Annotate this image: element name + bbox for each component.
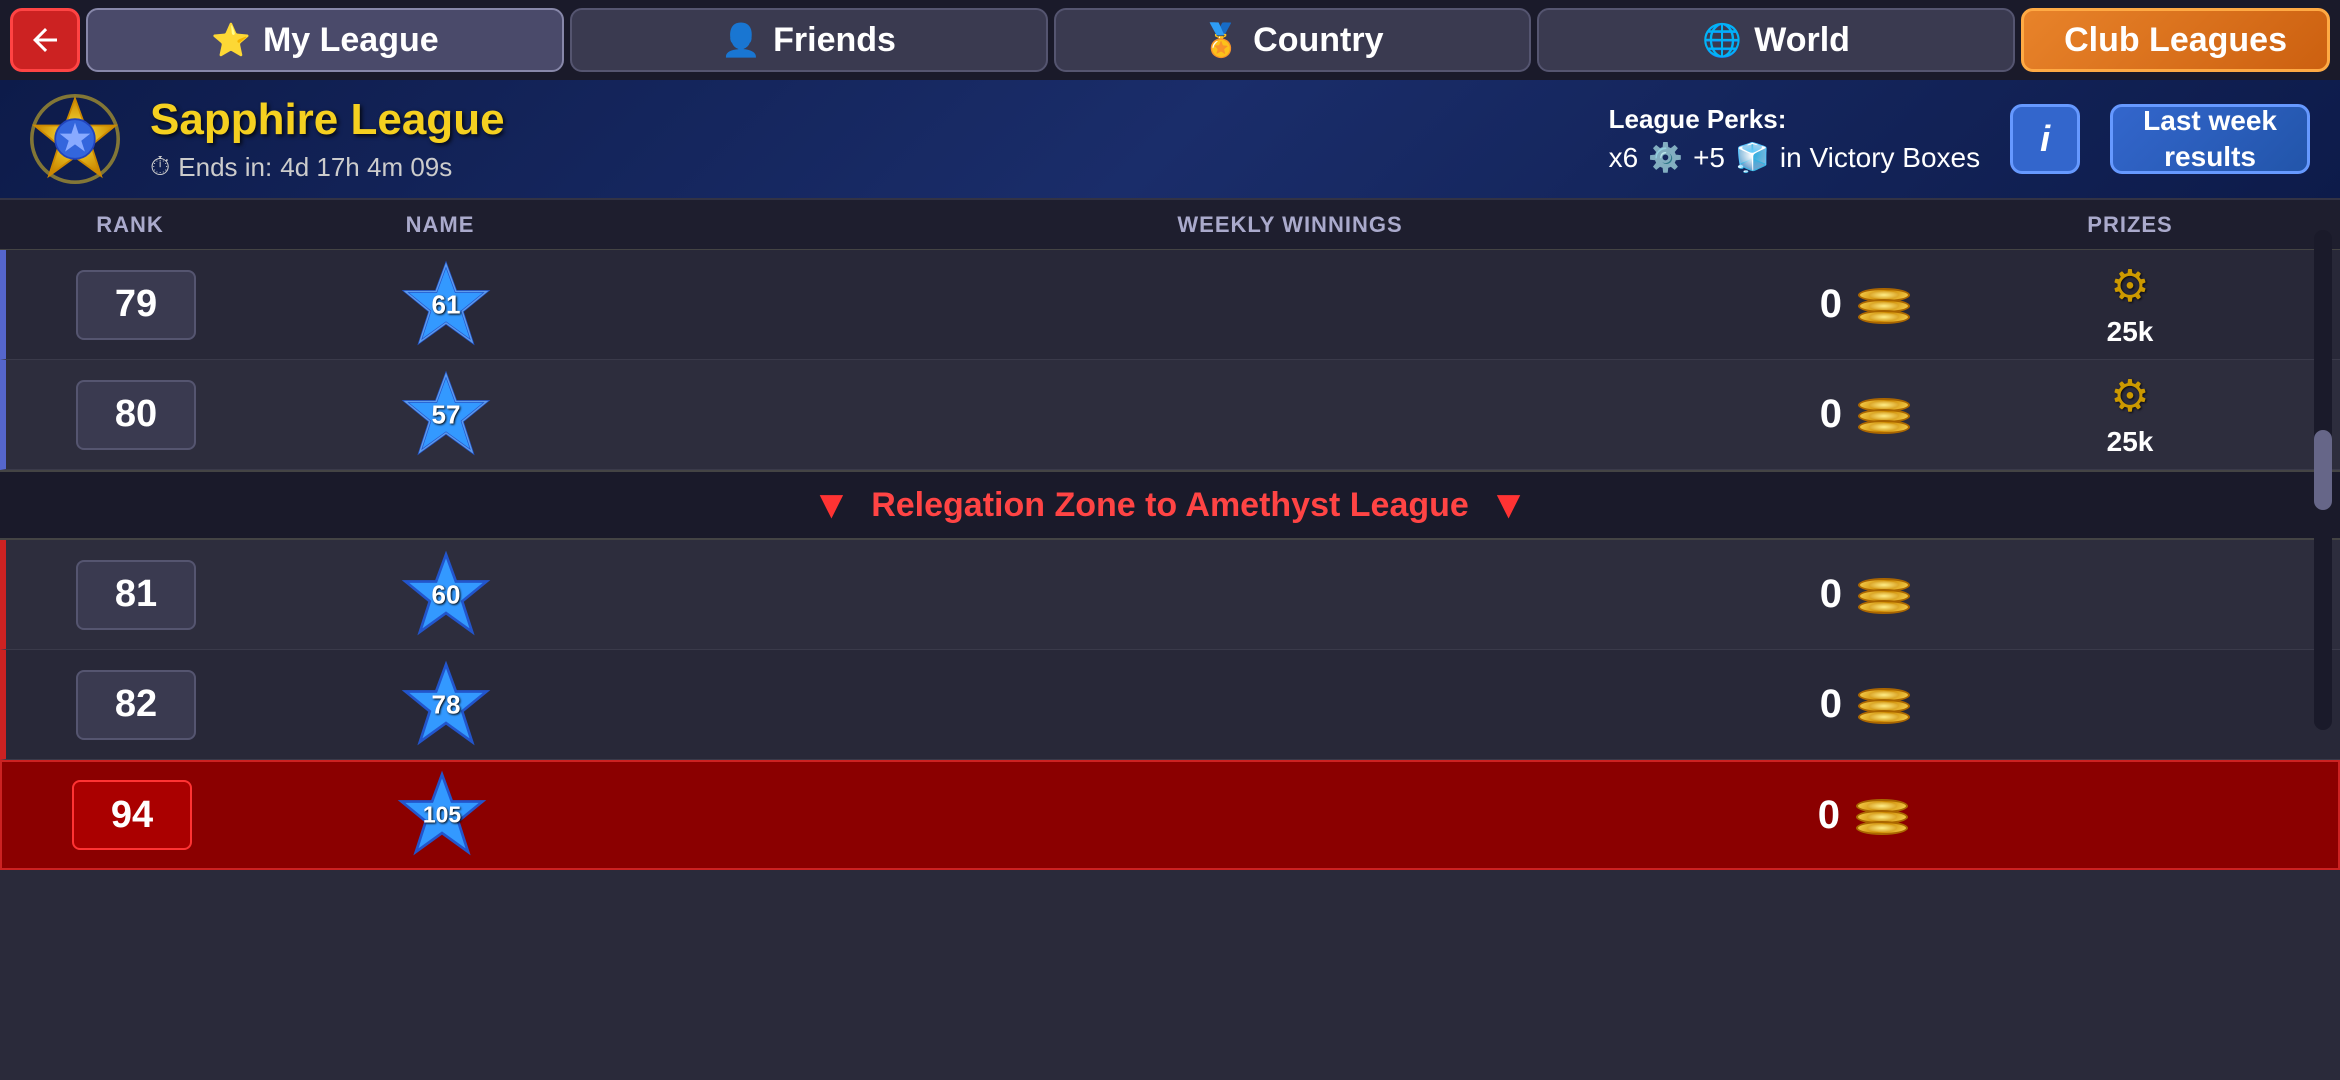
player-avatar: 60 [401, 550, 491, 640]
prizes-cell: ⚙ 25k [1940, 261, 2320, 348]
friends-label: Friends [773, 21, 896, 60]
name-cell: 61 [246, 260, 646, 350]
my-league-icon: ⭐ [211, 21, 251, 59]
winnings-value: 0 [1820, 572, 1842, 617]
scrollbar[interactable] [2314, 230, 2332, 730]
player-avatar: 78 [401, 660, 491, 750]
top-nav: ⭐ My League 👤 Friends 🏅 Country 🌐 World … [0, 0, 2340, 80]
rank-cell: 81 [26, 560, 246, 630]
my-league-label: My League [263, 21, 439, 60]
tab-country[interactable]: 🏅 Country [1054, 8, 1532, 72]
country-label: Country [1253, 21, 1383, 60]
league-header: Sapphire League ⏱ Ends in: 4d 17h 4m 09s… [0, 80, 2340, 200]
prize-value: 25k [2107, 316, 2154, 348]
winnings-value: 0 [1820, 392, 1842, 437]
box-icon: 🧊 [1735, 141, 1770, 174]
tab-my-league[interactable]: ⭐ My League [86, 8, 564, 72]
winnings-cell: 0 [642, 793, 1938, 838]
tab-world[interactable]: 🌐 World [1537, 8, 2015, 72]
relegation-text: Relegation Zone to Amethyst League [871, 486, 1469, 525]
name-cell: 60 [246, 550, 646, 640]
league-perks: League Perks: x6 ⚙️ +5 🧊 in Victory Boxe… [1609, 104, 1981, 174]
name-cell: 105 [242, 770, 642, 860]
gear-coin-icon: ⚙️ [1648, 141, 1683, 174]
winnings-cell: 0 [646, 282, 1940, 327]
tab-friends[interactable]: 👤 Friends [570, 8, 1048, 72]
prize-gear-icon: ⚙ [2110, 371, 2149, 422]
table-row: 94 105 0 [0, 760, 2340, 870]
col-prizes: PRIZES [1940, 212, 2320, 238]
rank-box: 82 [76, 670, 196, 740]
winnings-cell: 0 [646, 392, 1940, 437]
perks-items: x6 ⚙️ +5 🧊 in Victory Boxes [1609, 141, 1981, 174]
player-avatar: 61 [401, 260, 491, 350]
timer-value: 4d 17h 4m 09s [280, 152, 452, 183]
prize-gear-icon: ⚙ [2110, 261, 2149, 312]
rank-cell: 94 [22, 780, 242, 850]
winnings-value: 0 [1820, 682, 1842, 727]
league-star [30, 94, 120, 184]
coins-icon [1858, 398, 1910, 431]
perks-multiplier: x6 [1609, 142, 1639, 174]
rank-box: 81 [76, 560, 196, 630]
app-container: ⭐ My League 👤 Friends 🏅 Country 🌐 World … [0, 0, 2340, 1080]
coins-icon [1856, 799, 1908, 832]
perks-bonus: +5 [1693, 142, 1725, 174]
player-avatar: 105 [397, 770, 487, 860]
rank-box: 79 [76, 270, 196, 340]
col-name: NAME [240, 212, 640, 238]
league-info-block: Sapphire League ⏱ Ends in: 4d 17h 4m 09s [150, 95, 1579, 183]
rank-box: 94 [72, 780, 192, 850]
club-leagues-label: Club Leagues [2064, 21, 2287, 60]
clock-icon: ⏱ [150, 151, 170, 183]
name-cell: 78 [246, 660, 646, 750]
down-arrow-left: ▼ [812, 483, 852, 528]
scrollbar-thumb[interactable] [2314, 430, 2332, 510]
relegation-banner: ▼ Relegation Zone to Amethyst League ▼ [0, 470, 2340, 540]
rank-cell: 80 [26, 380, 246, 450]
league-timer: ⏱ Ends in: 4d 17h 4m 09s [150, 151, 1579, 183]
friends-icon: 👤 [721, 21, 761, 59]
timer-label: Ends in: [178, 152, 272, 183]
table-row: 80 57 0 ⚙ 25k [0, 360, 2340, 470]
country-icon: 🏅 [1201, 21, 1241, 59]
coins-icon [1858, 688, 1910, 721]
coins-icon [1858, 578, 1910, 611]
down-arrow-right: ▼ [1489, 483, 1529, 528]
perks-label: League Perks: [1609, 104, 1787, 135]
prize-value: 25k [2107, 426, 2154, 458]
col-winnings: WEEKLY WINNINGS [640, 212, 1940, 238]
table-row: 81 60 0 [0, 540, 2340, 650]
rank-cell: 79 [26, 270, 246, 340]
winnings-cell: 0 [646, 572, 1940, 617]
rank-box: 80 [76, 380, 196, 450]
winnings-cell: 0 [646, 682, 1940, 727]
winnings-value: 0 [1818, 793, 1840, 838]
back-button[interactable] [10, 8, 80, 72]
last-week-button[interactable]: Last weekresults [2110, 104, 2310, 174]
coins-icon [1858, 288, 1910, 321]
league-name: Sapphire League [150, 95, 1579, 145]
perks-suffix: in Victory Boxes [1780, 142, 1980, 174]
player-avatar: 57 [401, 370, 491, 460]
world-label: World [1754, 21, 1850, 60]
col-rank: RANK [20, 212, 240, 238]
last-week-label: Last weekresults [2143, 103, 2277, 176]
club-leagues-button[interactable]: Club Leagues [2021, 8, 2330, 72]
info-button[interactable]: i [2010, 104, 2080, 174]
winnings-value: 0 [1820, 282, 1842, 327]
world-icon: 🌐 [1702, 21, 1742, 59]
table-row: 79 61 0 ⚙ 25k [0, 250, 2340, 360]
table-row: 82 78 0 [0, 650, 2340, 760]
rank-cell: 82 [26, 670, 246, 740]
prizes-cell: ⚙ 25k [1940, 371, 2320, 458]
info-label: i [2040, 118, 2050, 160]
name-cell: 57 [246, 370, 646, 460]
column-headers: RANK NAME WEEKLY WINNINGS PRIZES [0, 200, 2340, 250]
